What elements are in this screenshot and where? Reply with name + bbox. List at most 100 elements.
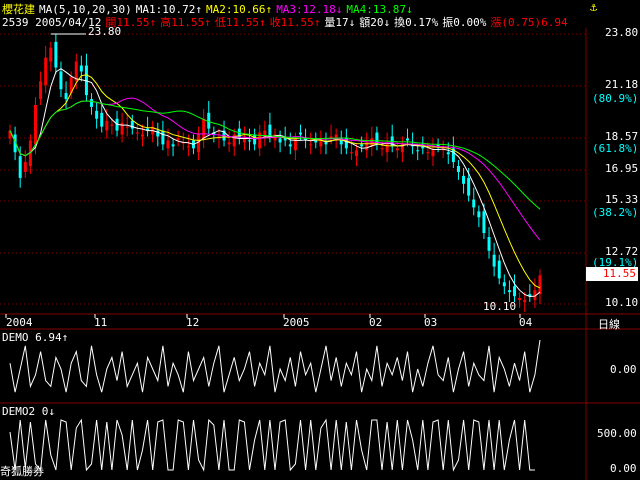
- candle-body: [268, 124, 272, 137]
- candle-body: [166, 140, 170, 149]
- fib-level: (80.9%): [592, 92, 639, 105]
- candle-body: [456, 166, 460, 172]
- amplitude: 振0.00%: [442, 16, 487, 29]
- candle-body: [54, 41, 58, 68]
- close-price: 收11.55↑: [269, 16, 321, 29]
- candle-body: [23, 162, 27, 172]
- candle-body: [482, 211, 486, 234]
- candle-body: [431, 150, 435, 157]
- amount: 額20↓: [359, 16, 391, 29]
- candle-body: [95, 110, 99, 119]
- candle-body: [518, 298, 522, 301]
- code-date: 2539 2005/04/12: [2, 16, 102, 29]
- candle-body: [59, 71, 63, 90]
- candle-body: [502, 282, 506, 287]
- candle-body: [349, 152, 353, 154]
- candle-body: [298, 132, 302, 135]
- candle-body: [395, 148, 399, 151]
- candle-body: [18, 156, 22, 178]
- turnover: 換0.17%: [394, 16, 439, 29]
- candle-body: [462, 175, 466, 184]
- candle-body: [90, 99, 94, 107]
- candle-body: [288, 144, 292, 147]
- candle-body: [492, 254, 496, 267]
- candle-body: [309, 144, 313, 146]
- price-tick: 16.95: [605, 162, 639, 175]
- candle-body: [176, 138, 180, 141]
- price-change: 漲(0.75)6.94: [490, 16, 568, 29]
- candle-body: [171, 144, 175, 147]
- fib-level: (38.2%): [592, 206, 639, 219]
- demo2-indicator-title: DEMO2 0↓: [2, 405, 55, 418]
- candle-body: [44, 57, 48, 86]
- candle-body: [426, 152, 430, 154]
- ma1-line: [9, 68, 541, 298]
- candle-body: [39, 81, 43, 100]
- candle-body: [406, 138, 409, 141]
- candle-body: [497, 260, 501, 279]
- candle-body: [248, 140, 252, 142]
- time-tick: 02: [369, 316, 383, 329]
- ma2-line: [9, 74, 541, 289]
- candle-body: [64, 93, 68, 100]
- candle-body: [380, 148, 384, 150]
- candle-body: [186, 146, 190, 148]
- stock-chart-canvas[interactable]: [0, 0, 640, 480]
- demo-line: [9, 339, 541, 393]
- demo-axis-label: 0.00: [610, 363, 637, 376]
- candle-body: [416, 150, 420, 152]
- time-tick: 12: [186, 316, 200, 329]
- price-tick: 10.10: [605, 296, 639, 309]
- demo2-axis-top: 500.00: [597, 427, 637, 440]
- candle-body: [446, 152, 450, 155]
- time-tick: 11: [94, 316, 108, 329]
- price-tick: 15.33: [605, 193, 639, 206]
- ma3-line: [9, 97, 541, 241]
- candle-body: [477, 211, 481, 218]
- candle-body: [538, 275, 542, 295]
- candle-body: [513, 286, 517, 297]
- time-tick: 04: [519, 316, 533, 329]
- candle-body: [324, 142, 328, 145]
- candle-body: [105, 120, 109, 131]
- candle-body: [79, 65, 83, 72]
- candle-body: [141, 134, 144, 137]
- candle-body: [278, 138, 282, 143]
- candle-body: [135, 132, 139, 134]
- app-logo: 奇狐勝券: [0, 465, 44, 478]
- high-price: 高11.55↑: [160, 16, 211, 29]
- candle-body: [472, 199, 476, 208]
- candle-body: [360, 144, 364, 147]
- current-price-marker: 11.55: [586, 267, 638, 281]
- candle-body: [161, 130, 165, 145]
- candle-body: [467, 177, 471, 196]
- candle-body: [227, 142, 231, 145]
- candle-body: [197, 134, 201, 153]
- candle-body: [125, 126, 129, 128]
- demo2-axis-bottom: 0.00: [610, 462, 637, 475]
- low-annotation: 10.10: [483, 300, 517, 313]
- fib-level: (61.8%): [592, 142, 639, 155]
- time-tick: 03: [424, 316, 438, 329]
- candle-body: [487, 236, 491, 251]
- candle-body: [523, 300, 527, 303]
- candle-body: [49, 47, 53, 62]
- demo2-line: [9, 418, 535, 472]
- price-tick: 21.18: [605, 78, 639, 91]
- period-daily-button[interactable]: 日線: [598, 316, 620, 332]
- candle-body: [33, 104, 37, 145]
- anchor-icon[interactable]: ⚓: [590, 0, 597, 14]
- time-tick: 2005: [283, 316, 310, 329]
- candle-body: [355, 150, 359, 157]
- candle-body: [202, 118, 206, 139]
- price-tick: 23.80: [605, 26, 639, 39]
- volume: 量17↓: [324, 16, 356, 29]
- candle-body: [507, 290, 511, 293]
- time-tick: 2004: [6, 316, 33, 329]
- candle-body: [253, 134, 257, 145]
- low-price: 低11.55↑: [214, 16, 266, 29]
- high-annotation: 23.80: [88, 25, 122, 38]
- candle-body: [110, 124, 114, 126]
- candle-body: [100, 112, 104, 127]
- demo-indicator-title: DEMO 6.94↑: [2, 331, 69, 344]
